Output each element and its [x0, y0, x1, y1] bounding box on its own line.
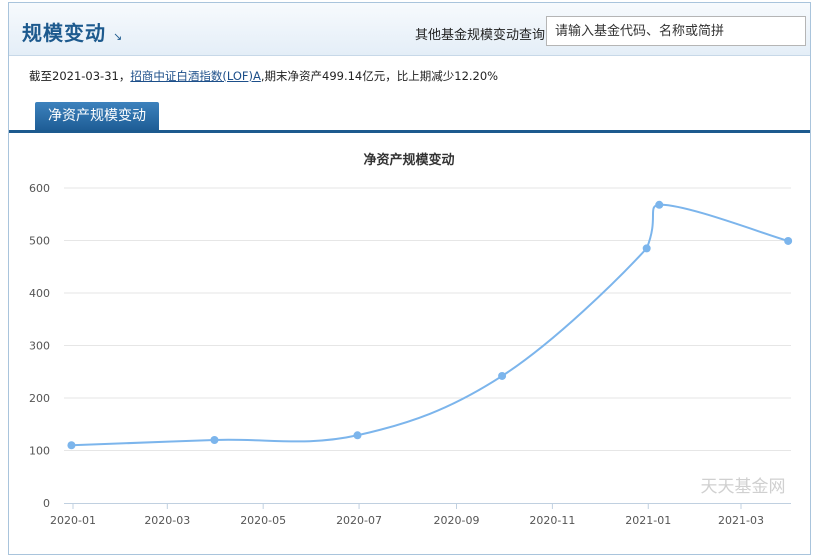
chart-title: 净资产规模变动 — [363, 152, 454, 168]
y-tick-label: 100 — [29, 445, 50, 458]
y-tick-label: 300 — [29, 340, 50, 353]
y-tick-label: 600 — [29, 182, 50, 195]
net-asset-line-chart: 净资产规模变动 0 100 200 300 400 500 600 2020-01 2020-0… — [29, 152, 793, 527]
x-tick-label: 2020-01 — [50, 514, 96, 527]
data-point — [642, 244, 651, 253]
tab-net-asset-scale[interactable]: 净资产规模变动 — [35, 102, 159, 130]
y-tick-label: 400 — [29, 287, 50, 300]
data-point — [210, 436, 219, 444]
tab-bar: 净资产规模变动 — [9, 100, 810, 133]
panel-title: 规模变动 — [22, 21, 106, 45]
data-point — [498, 371, 507, 380]
x-tick-label: 2021-03 — [718, 514, 764, 527]
x-tick-label: 2020-11 — [529, 514, 575, 527]
x-tick-label: 2020-09 — [434, 514, 480, 527]
title-arrow-icon[interactable]: ↘ — [113, 30, 122, 43]
x-tick-label: 2020-07 — [336, 514, 382, 527]
fund-name-link[interactable]: 招商中证白酒指数(LOF)A — [130, 69, 261, 83]
series-layer — [67, 200, 793, 450]
data-point — [67, 441, 76, 450]
x-tick-label: 2020-05 — [240, 514, 286, 527]
data-point — [784, 236, 793, 245]
chart-area: 净资产规模变动 0 100 200 300 400 500 600 2020-01 2020-0… — [9, 133, 810, 554]
y-tick-label: 0 — [43, 497, 50, 510]
panel-header: 规模变动 ↘ 其他基金规模变动查询: — [9, 3, 810, 56]
summary-suffix: ,期末净资产499.14亿元，比上期减少12.20% — [260, 69, 499, 83]
query-label: 其他基金规模变动查询: — [415, 28, 550, 43]
scale-summary: 截至2021-03-31，招商中证白酒指数(LOF)A,期末净资产499.14亿… — [29, 68, 498, 84]
x-tick-label: 2021-01 — [625, 514, 671, 527]
watermark: 天天基金网 — [701, 477, 786, 497]
data-point — [353, 431, 362, 440]
fund-scale-panel: 规模变动 ↘ 其他基金规模变动查询: 截至2021-03-31，招商中证白酒指数… — [8, 2, 811, 555]
data-point — [655, 200, 664, 209]
grid-layer — [64, 187, 791, 451]
summary-prefix: 截至2021-03-31， — [29, 69, 131, 83]
x-tick-label: 2020-03 — [144, 514, 190, 527]
axis-layer: 0 100 200 300 400 500 600 2020-01 2020-03 2020-05… — [29, 182, 791, 527]
y-tick-label: 200 — [29, 392, 50, 405]
y-tick-label: 500 — [29, 235, 50, 248]
fund-search-input[interactable] — [546, 16, 806, 46]
